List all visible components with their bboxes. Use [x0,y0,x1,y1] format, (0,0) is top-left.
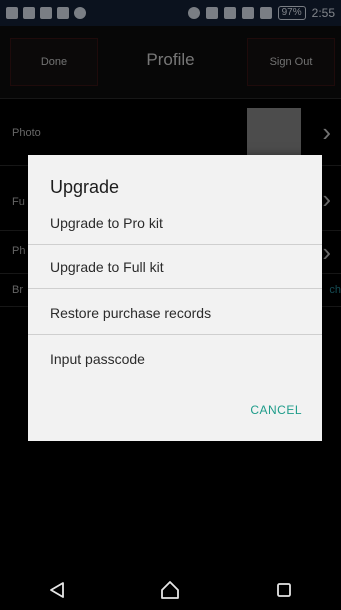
recents-button[interactable] [264,570,304,610]
home-button[interactable] [150,570,190,610]
recents-square-icon [277,583,292,597]
upgrade-full-option[interactable]: Upgrade to Full kit [28,245,322,289]
upgrade-pro-option[interactable]: Upgrade to Pro kit [28,201,322,245]
back-button[interactable] [37,570,77,610]
input-passcode-option[interactable]: Input passcode [28,337,322,381]
back-triangle-icon [49,582,64,598]
navigation-bar [0,570,341,610]
dialog-title: Upgrade [50,177,120,197]
home-icon [161,581,180,599]
restore-purchases-option[interactable]: Restore purchase records [28,291,322,335]
cancel-button[interactable]: CANCEL [250,403,302,417]
upgrade-dialog: Upgrade Upgrade to Pro kit Upgrade to Fu… [28,155,322,441]
